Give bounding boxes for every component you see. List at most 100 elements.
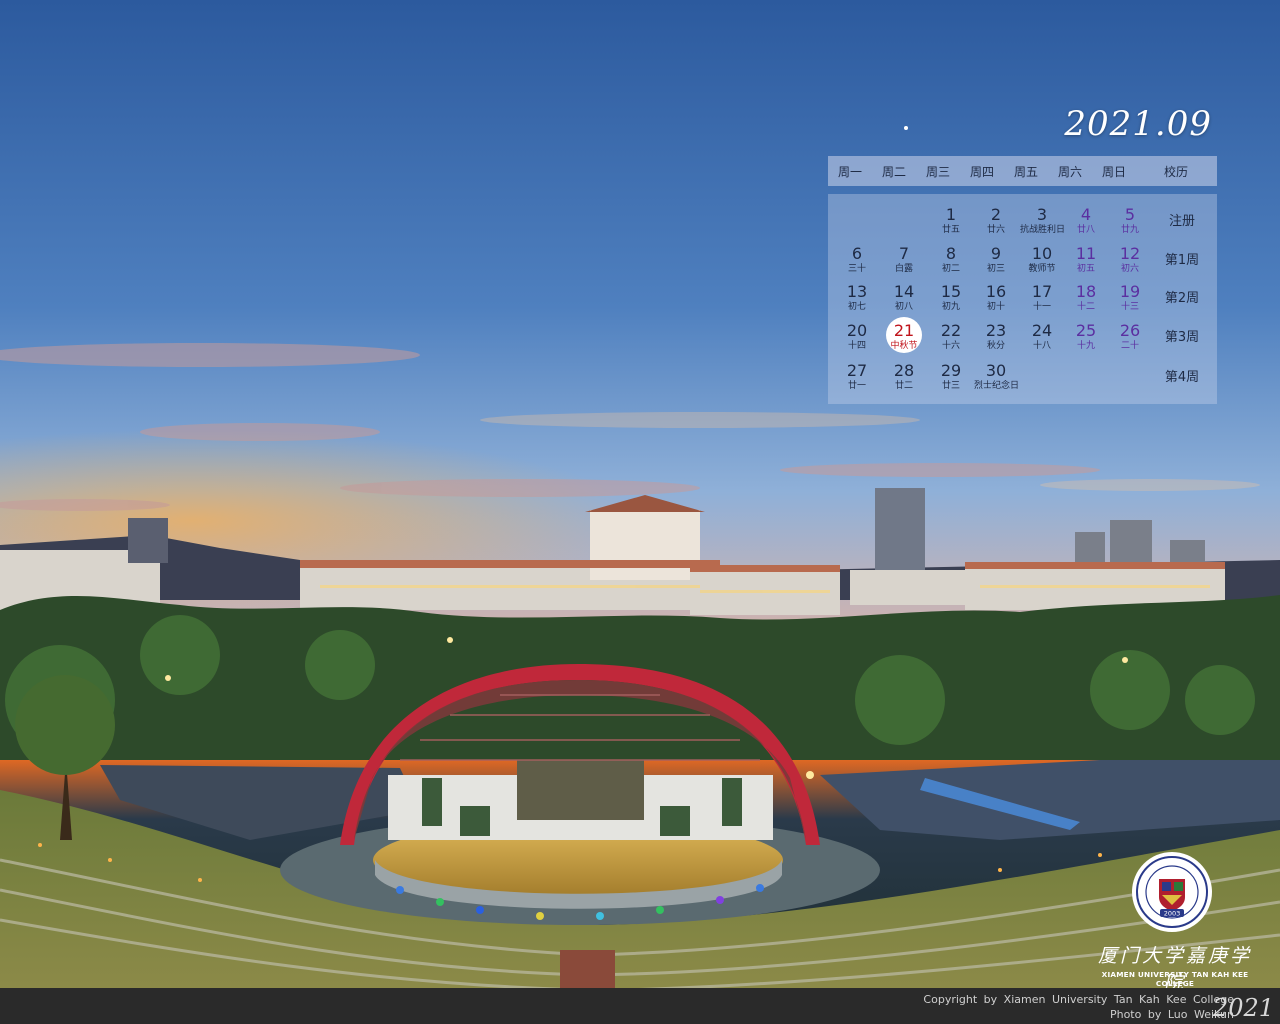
day-number: 21: [893, 321, 915, 340]
calendar-day: 3 抗战胜利日: [1020, 205, 1066, 242]
lunar-date: 廿一: [847, 381, 866, 391]
calendar-day: 2 廿六: [974, 206, 1018, 242]
day-number: 22: [940, 321, 962, 340]
lunar-date: 廿六: [986, 225, 1005, 235]
calendar-day-highlighted: 21 中秋节: [882, 317, 926, 358]
weekday-label: 周三: [925, 164, 950, 179]
school-emblem-icon: 2003: [1132, 852, 1212, 932]
lunar-date: 十八: [1032, 341, 1051, 351]
calendar-weekday-header: 周一 周二 周三 周四 周五 周六 周日 校历: [828, 156, 1217, 186]
day-number: 28: [893, 361, 915, 380]
weekday-label: 周四: [969, 164, 994, 179]
school-name-english: XIAMEN UNIVERSITY TAN KAH KEE COLLEGE: [1101, 970, 1249, 988]
calendar-day: 20 十四: [835, 322, 879, 358]
lunar-date: 初三: [986, 264, 1005, 274]
calendar-day: 13 初七: [835, 283, 879, 319]
calendar-day: 18 十二: [1064, 283, 1108, 319]
lunar-date: 三十: [847, 264, 866, 274]
calendar-day: 6 三十: [835, 245, 879, 281]
calendar-day: 30 烈士纪念日: [974, 361, 1020, 398]
lunar-date: 十四: [847, 341, 866, 351]
calendar-title: 2021.09: [1064, 104, 1212, 144]
lunar-date: 白露: [894, 264, 913, 274]
calendar-day: 9 初三: [974, 245, 1018, 281]
calendar-day: 16 初十: [974, 283, 1018, 319]
weekday-label: 周六: [1057, 164, 1082, 179]
lunar-date: 初七: [847, 302, 866, 312]
weekday-label: 周一: [837, 164, 862, 179]
copyright-text: Copyright by Xiamen University Tan Kah K…: [923, 993, 1234, 1006]
school-week-label: 第2周: [1164, 291, 1200, 306]
calendar-grid: 1 廿五 2 廿六 3 抗战胜利日 4 廿八 5 廿九 注册 6 三十 7 白露 8 初二 9 初三 10 教师节 11 初…: [828, 194, 1217, 404]
day-number: 8: [945, 244, 957, 263]
calendar-day: 17 十一: [1020, 283, 1064, 319]
day-number: 15: [940, 282, 962, 301]
day-number: 25: [1075, 321, 1097, 340]
lunar-date: 烈士纪念日: [974, 381, 1020, 391]
lunar-date: 抗战胜利日: [1020, 225, 1066, 235]
footer-year: 2021: [1212, 994, 1274, 1022]
weekday-label: 周五: [1013, 164, 1038, 179]
lunar-date: 十六: [941, 341, 960, 351]
day-number: 16: [985, 282, 1007, 301]
day-number: 27: [846, 361, 868, 380]
lunar-date: 教师节: [1028, 264, 1056, 274]
calendar-day: 27 廿一: [835, 362, 879, 398]
calendar-day: 23 秋分: [974, 322, 1018, 358]
lunar-date: 初二: [941, 264, 960, 274]
lunar-date: 秋分: [986, 341, 1005, 351]
lunar-date: 初八: [894, 302, 913, 312]
day-number: 23: [985, 321, 1007, 340]
day-number: 29: [940, 361, 962, 380]
school-calendar-label: 校历: [1163, 164, 1188, 179]
lunar-date: 廿八: [1076, 225, 1095, 235]
calendar-day: 28 廿二: [882, 362, 926, 398]
calendar-day: 24 十八: [1020, 322, 1064, 358]
calendar-day: 29 廿三: [929, 362, 973, 398]
day-number: 4: [1080, 205, 1092, 224]
lunar-date: 初九: [941, 302, 960, 312]
lunar-date: 十九: [1076, 341, 1095, 351]
lunar-date: 廿五: [941, 225, 960, 235]
lunar-date: 十一: [1032, 302, 1051, 312]
emblem-year: 2003: [1164, 910, 1181, 918]
school-week-label: 第4周: [1164, 370, 1200, 385]
calendar-day: 1 廿五: [929, 206, 973, 242]
lunar-date: 十二: [1076, 302, 1095, 312]
school-week-label: 第1周: [1164, 253, 1200, 268]
calendar-day: 10 教师节: [1020, 245, 1064, 281]
lunar-date: 中秋节: [890, 341, 918, 351]
day-number: 30: [985, 361, 1007, 380]
day-number: 24: [1031, 321, 1053, 340]
calendar-day: 14 初八: [882, 283, 926, 319]
calendar-day: 8 初二: [929, 245, 973, 281]
day-number: 6: [851, 244, 863, 263]
day-number: 3: [1036, 205, 1048, 224]
calendar-day: 11 初五: [1064, 245, 1108, 281]
lunar-date: 初五: [1076, 264, 1095, 274]
calendar-day: 25 十九: [1064, 322, 1108, 358]
day-number: 18: [1075, 282, 1097, 301]
weekday-label: 周日: [1101, 164, 1126, 179]
calendar-day: 7 白露: [882, 245, 926, 281]
day-number: 11: [1075, 244, 1097, 263]
day-number: 20: [846, 321, 868, 340]
day-number: 1: [945, 205, 957, 224]
calendar-day: 22 十六: [929, 322, 973, 358]
lunar-date: 廿二: [894, 381, 913, 391]
day-number: 10: [1031, 244, 1053, 263]
day-number: 2: [990, 205, 1002, 224]
school-week-label: 注册: [1168, 214, 1195, 229]
day-number: 9: [990, 244, 1002, 263]
day-number: 17: [1031, 282, 1053, 301]
school-week-label: 第3周: [1164, 330, 1200, 345]
calendar-day: 15 初九: [929, 283, 973, 319]
day-number: 14: [893, 282, 915, 301]
lunar-date: 廿三: [941, 381, 960, 391]
lunar-date: 初十: [986, 302, 1005, 312]
calendar-day: 4 廿八: [1064, 206, 1108, 242]
day-number: 7: [898, 244, 910, 263]
background-photo: [0, 0, 1280, 1024]
weekday-label: 周二: [881, 164, 906, 179]
day-number: 13: [846, 282, 868, 301]
